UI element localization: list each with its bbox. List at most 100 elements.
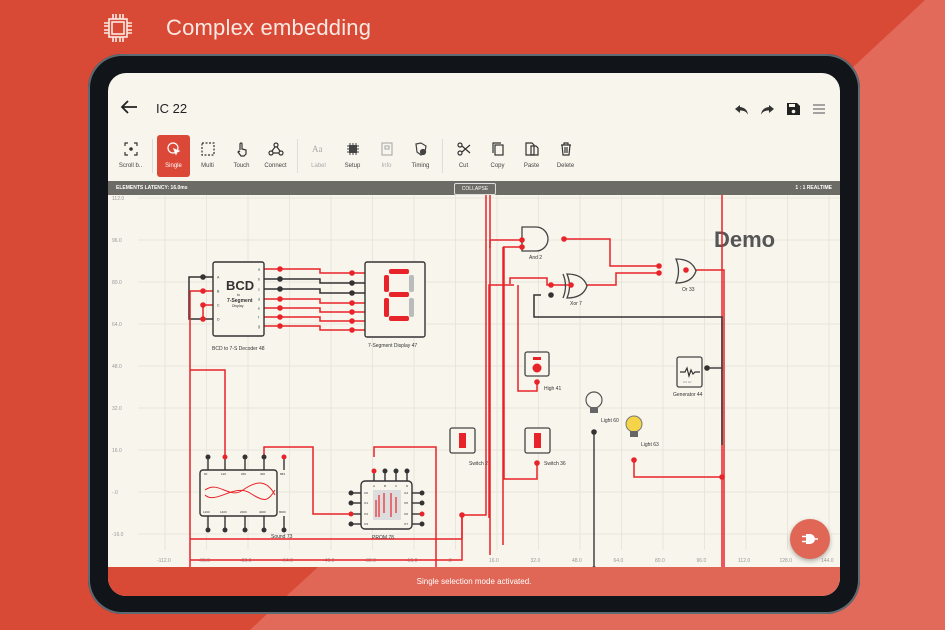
tool-delete[interactable]: Delete	[549, 135, 582, 177]
generator[interactable]: 0.0 Hz Generator 44	[673, 356, 703, 398]
pin-label: 4000	[259, 510, 266, 514]
app-screen: IC 22 Scroll b.. Single Multi Touch Conn…	[108, 73, 840, 596]
junction-dot[interactable]	[200, 288, 206, 294]
pin-dot[interactable]	[242, 527, 248, 533]
pin-dot[interactable]	[261, 527, 267, 533]
collapse-button[interactable]: COLLAPSE	[454, 183, 496, 195]
junction-dot[interactable]	[277, 266, 283, 272]
switch-36[interactable]: Switch 36	[524, 427, 566, 467]
menu-icon[interactable]	[811, 101, 827, 117]
junction-dot[interactable]	[568, 282, 574, 288]
junction-dot[interactable]	[656, 263, 662, 269]
junction-dot[interactable]	[704, 365, 710, 371]
junction-dot[interactable]	[631, 457, 637, 463]
pin-dot[interactable]	[348, 511, 354, 517]
x-tick-label: 48.0	[572, 558, 582, 564]
undo-icon[interactable]	[734, 101, 750, 117]
tool-label: Copy	[490, 163, 505, 169]
junction-dot[interactable]	[349, 318, 355, 324]
pin-dot[interactable]	[348, 490, 354, 496]
circuit-canvas[interactable]: 112.0 96.0 80.0 64.0 48.0 32.0 16.0 -.0 -16.0 -11…	[108, 195, 840, 567]
xor-gate[interactable]: Xor 7	[562, 273, 588, 307]
junction-dot[interactable]	[277, 296, 283, 302]
pin-dot[interactable]	[419, 490, 425, 496]
junction-dot[interactable]	[591, 429, 597, 435]
junction-dot[interactable]	[277, 323, 283, 329]
bcd-decoder[interactable]: BCD to 7-Segment Display BCD to 7-S Deco…	[212, 261, 265, 352]
light-63[interactable]: Light 63	[625, 415, 659, 448]
wire	[189, 290, 213, 567]
high-source[interactable]: High 41	[524, 351, 561, 392]
tool-timing[interactable]: Timing	[404, 135, 437, 177]
tool-scroll[interactable]: Scroll b..	[114, 135, 147, 177]
pin-dot[interactable]	[222, 454, 228, 460]
junction-dot[interactable]	[277, 305, 283, 311]
junction-dot[interactable]	[200, 302, 206, 308]
redo-icon[interactable]	[759, 101, 775, 117]
junction-dot[interactable]	[277, 314, 283, 320]
tool-single[interactable]: Single	[157, 135, 190, 177]
tool-multi[interactable]: Multi	[191, 135, 224, 177]
save-icon[interactable]	[785, 101, 801, 117]
pin-dot[interactable]	[348, 521, 354, 527]
junction-dot[interactable]	[349, 300, 355, 306]
junction-dot[interactable]	[349, 309, 355, 315]
or-gate[interactable]: Or 33	[675, 258, 697, 293]
pin-dot[interactable]	[419, 521, 425, 527]
prom-label: PROM 78	[372, 535, 394, 541]
junction-dot[interactable]	[719, 474, 725, 480]
tool-copy[interactable]: Copy	[481, 135, 514, 177]
x-tick-label: .0	[448, 558, 452, 564]
pin-dot[interactable]	[261, 454, 267, 460]
pin-dot[interactable]	[393, 468, 399, 474]
junction-dot[interactable]	[277, 276, 283, 282]
pin-dot[interactable]	[281, 454, 287, 460]
pin-dot[interactable]	[404, 468, 410, 474]
junction-dot[interactable]	[200, 316, 206, 322]
prom-component[interactable]: PROM 78	[360, 480, 413, 541]
pin-dot[interactable]	[242, 454, 248, 460]
wire	[564, 238, 659, 267]
pin-dot[interactable]	[419, 511, 425, 517]
and-gate[interactable]: And 2	[521, 226, 549, 261]
junction-dot[interactable]	[349, 327, 355, 333]
junction-dot[interactable]	[459, 512, 465, 518]
tool-label-text[interactable]: Aa Label	[302, 135, 335, 177]
junction-dot[interactable]	[683, 267, 689, 273]
junction-dot[interactable]	[656, 270, 662, 276]
pin-dot[interactable]	[205, 527, 211, 533]
pin-label: 120	[221, 472, 226, 476]
tool-info[interactable]: Info	[370, 135, 403, 177]
junction-dot[interactable]	[561, 236, 567, 242]
junction-dot[interactable]	[548, 282, 554, 288]
pin-dot[interactable]	[371, 468, 377, 474]
junction-dot[interactable]	[534, 379, 540, 385]
tool-touch[interactable]: Touch	[225, 135, 258, 177]
junction-dot[interactable]	[349, 280, 355, 286]
junction-dot[interactable]	[277, 286, 283, 292]
junction-dot[interactable]	[519, 237, 525, 243]
junction-dot[interactable]	[548, 292, 554, 298]
pin-dot[interactable]	[281, 527, 287, 533]
pin-dot[interactable]	[419, 500, 425, 506]
junction-dot[interactable]	[349, 290, 355, 296]
tool-cut[interactable]: Cut	[447, 135, 480, 177]
seven-segment-display[interactable]: 7-Segment Display 47	[364, 261, 426, 349]
pin-dot[interactable]	[205, 454, 211, 460]
junction-dot[interactable]	[200, 274, 206, 280]
junction-dot[interactable]	[534, 460, 540, 466]
tool-paste[interactable]: Paste	[515, 135, 548, 177]
pin-dot[interactable]	[348, 500, 354, 506]
arrow-left-icon[interactable]	[120, 99, 138, 115]
pin-dot[interactable]	[382, 468, 388, 474]
wire	[188, 276, 213, 320]
junction-dot[interactable]	[349, 270, 355, 276]
add-component-fab[interactable]	[790, 519, 830, 559]
junction-dot[interactable]	[519, 244, 525, 250]
bcd-title: BCD	[226, 278, 254, 293]
tool-connect[interactable]: Connect	[259, 135, 292, 177]
pin-dot[interactable]	[222, 527, 228, 533]
tool-setup[interactable]: Setup	[336, 135, 369, 177]
promo-header: Complex embedding	[100, 8, 371, 48]
scroll-focus-icon	[123, 142, 138, 156]
